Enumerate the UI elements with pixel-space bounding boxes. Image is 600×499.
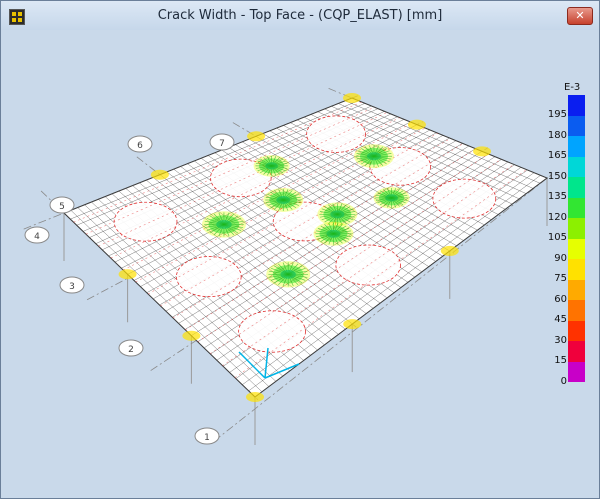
legend-value: 180 bbox=[547, 129, 567, 141]
support-crack-mark bbox=[473, 146, 492, 157]
grid-label-text: 1 bbox=[204, 433, 210, 443]
grid-label-text: 7 bbox=[219, 139, 225, 149]
legend-value: 105 bbox=[547, 232, 567, 243]
grid-label-text: 3 bbox=[69, 282, 75, 292]
legend-value: 30 bbox=[554, 334, 567, 346]
crack-free-zone bbox=[176, 256, 242, 298]
legend-swatch bbox=[568, 95, 585, 116]
crack-free-zone bbox=[432, 178, 497, 219]
crack-free-zone bbox=[306, 115, 366, 153]
support-crack-mark bbox=[182, 330, 201, 341]
legend-swatch bbox=[568, 115, 585, 136]
support-crack-mark bbox=[247, 131, 266, 142]
legend-swatch bbox=[568, 218, 585, 239]
legend-value: 165 bbox=[547, 150, 567, 161]
legend-swatch bbox=[568, 197, 585, 218]
legend-value: 150 bbox=[547, 170, 567, 182]
support-crack-mark bbox=[343, 93, 361, 103]
grid-label-text: 4 bbox=[34, 232, 40, 242]
legend-swatch bbox=[568, 156, 585, 177]
support-crack-mark bbox=[246, 392, 264, 402]
grid-label-text: 2 bbox=[128, 345, 134, 355]
legend-value: 90 bbox=[554, 252, 567, 264]
legend-swatch bbox=[568, 341, 585, 362]
legend-swatch bbox=[568, 361, 585, 382]
legend-value: 15 bbox=[554, 355, 567, 366]
legend-value: 0 bbox=[560, 375, 567, 387]
legend-swatch bbox=[568, 320, 585, 341]
legend-swatch bbox=[568, 259, 585, 280]
legend-value: 60 bbox=[554, 293, 567, 305]
legend-value: 45 bbox=[554, 314, 567, 325]
grid-label-text: 5 bbox=[59, 202, 65, 212]
crack-free-zone bbox=[335, 244, 401, 286]
support-crack-mark bbox=[150, 169, 169, 180]
legend-swatch bbox=[568, 279, 585, 300]
legend-value: 195 bbox=[547, 109, 567, 120]
support-crack-mark bbox=[343, 319, 362, 330]
legend-value: 75 bbox=[554, 273, 567, 284]
legend-swatch bbox=[568, 300, 585, 321]
support-crack-mark bbox=[407, 119, 426, 130]
legend-swatch bbox=[568, 177, 585, 198]
support-crack-mark bbox=[440, 245, 459, 256]
legend-swatch bbox=[568, 238, 585, 259]
grid-label-text: 6 bbox=[137, 141, 143, 151]
legend-value: 120 bbox=[547, 211, 567, 223]
legend-swatch bbox=[568, 136, 585, 157]
slab-3d-view[interactable]: 123456 7 bbox=[0, 0, 600, 499]
legend-unit: E-3 bbox=[564, 82, 581, 93]
support-crack-mark bbox=[118, 269, 137, 280]
legend-value: 135 bbox=[547, 191, 567, 202]
